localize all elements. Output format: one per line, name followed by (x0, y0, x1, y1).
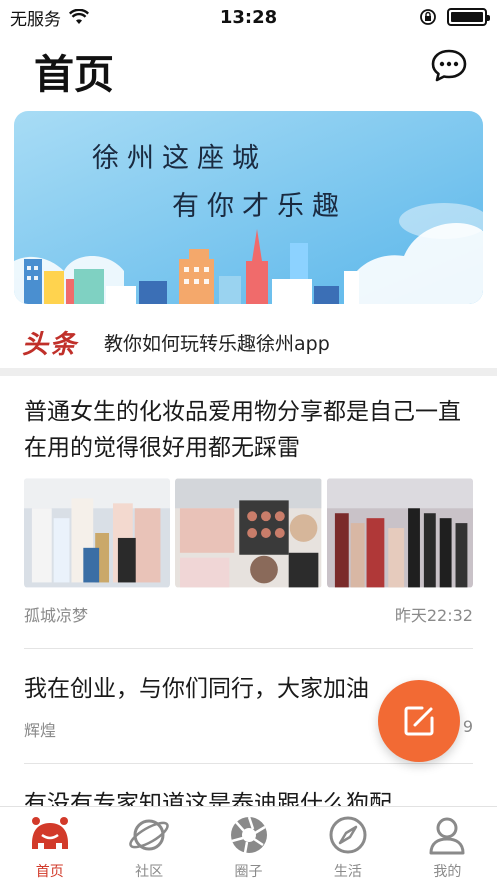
tab-profile[interactable]: 我的 (398, 807, 497, 883)
banner-illustration: 徐州这座城 有你才乐趣 (14, 111, 483, 304)
edit-icon (404, 706, 434, 736)
person-icon (429, 817, 465, 855)
bottom-tab-bar: 首页 社区 圈子 生活 我的 (0, 806, 497, 883)
tab-life[interactable]: 生活 (298, 807, 397, 883)
post-author[interactable]: 辉煌 (24, 717, 56, 741)
headline-logo: 头条 (22, 329, 79, 360)
tab-community[interactable]: 社区 (99, 807, 198, 883)
tab-label: 生活 (333, 864, 362, 880)
post-image[interactable] (326, 478, 473, 588)
tab-label: 社区 (135, 864, 164, 880)
promo-banner[interactable]: 徐州这座城 有你才乐趣 (14, 111, 483, 304)
post-image[interactable] (175, 478, 322, 588)
battery-icon (447, 8, 490, 26)
tab-label: 首页 (35, 864, 64, 880)
wifi-icon (69, 9, 89, 24)
post-thumbnails (24, 478, 473, 588)
post-image[interactable] (24, 478, 171, 588)
planet-icon (129, 819, 169, 851)
banner-line1: 徐州这座城 (92, 143, 267, 174)
tab-label: 圈子 (234, 864, 263, 880)
post-title[interactable]: 普通女生的化妆品爱用物分享都是自己一直在用的觉得很好用都无踩雷 (24, 376, 473, 466)
post-time: 9 (462, 717, 473, 736)
compass-icon (329, 816, 367, 854)
carrier-label: 无服务 (10, 9, 61, 30)
section-divider (0, 368, 497, 376)
header: 首页 (0, 34, 497, 104)
compose-button[interactable] (378, 680, 460, 762)
orientation-lock-icon (420, 9, 436, 25)
post-title[interactable]: 有没有专家知道这是泰迪跟什么狗配 (24, 764, 473, 806)
headline-text[interactable]: 教你如何玩转乐趣徐州app (104, 329, 330, 356)
tab-label: 我的 (433, 864, 462, 880)
status-bar: 无服务 13:28 (0, 0, 497, 34)
banner-line2: 有你才乐趣 (172, 191, 347, 222)
headline-bar[interactable]: 头条 教你如何玩转乐趣徐州app (0, 318, 497, 366)
chat-bubble-icon[interactable] (429, 46, 469, 86)
aperture-icon (230, 816, 267, 854)
post-item[interactable]: 普通女生的化妆品爱用物分享都是自己一直在用的觉得很好用都无踩雷 孤城凉梦 昨天2… (0, 376, 497, 626)
page-title: 首页 (34, 52, 114, 98)
tab-home[interactable]: 首页 (0, 807, 99, 883)
home-screen: 无服务 13:28 首页 徐州这座城 有你才乐趣 头条 教你如何玩转乐趣徐州ap… (0, 0, 497, 883)
post-author[interactable]: 孤城凉梦 (24, 602, 88, 626)
post-time: 昨天22:32 (394, 606, 473, 625)
tab-circles[interactable]: 圈子 (199, 807, 298, 883)
home-icon (31, 817, 68, 849)
post-meta: 孤城凉梦 昨天22:32 (24, 602, 473, 626)
post-item[interactable]: 有没有专家知道这是泰迪跟什么狗配 (0, 764, 497, 806)
